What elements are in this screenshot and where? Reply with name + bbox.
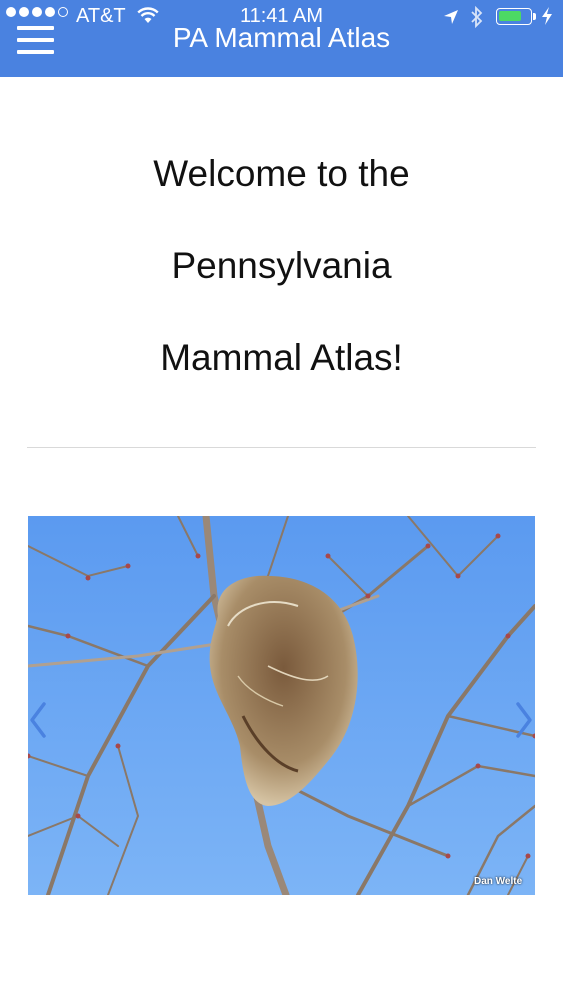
app-bar: AT&T 11:41 AM PA Mammal Atlas [0, 0, 563, 77]
welcome-line-3: Mammal Atlas! [160, 337, 403, 378]
battery-nub [533, 13, 536, 20]
battery-fill [499, 11, 521, 21]
divider [27, 447, 536, 448]
welcome-heading: Welcome to the Pennsylvania Mammal Atlas… [0, 128, 563, 404]
image-carousel[interactable] [28, 516, 535, 895]
porcupine-photo [28, 516, 535, 895]
welcome-line-2: Pennsylvania [171, 245, 392, 286]
photo-credit: Dan Welte [474, 876, 523, 887]
chevron-left-icon[interactable] [26, 700, 52, 740]
welcome-line-1: Welcome to the [153, 153, 410, 194]
app-title: PA Mammal Atlas [172, 22, 391, 53]
chevron-right-icon[interactable] [510, 700, 536, 740]
